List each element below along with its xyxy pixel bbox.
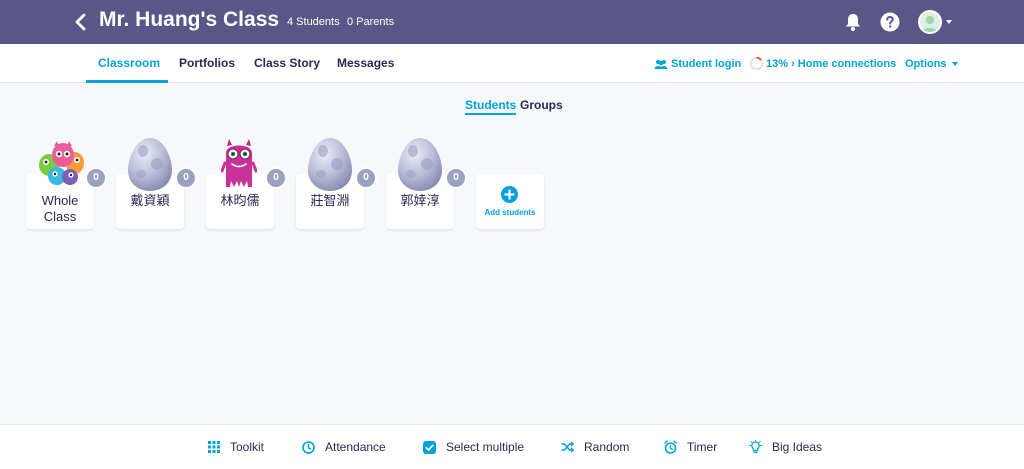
add-students-button[interactable]: Add students (476, 174, 544, 229)
grid-icon (208, 441, 220, 453)
select-multiple-label: Select multiple (446, 440, 525, 454)
home-connections-label: 13% › Home connections (766, 57, 897, 70)
timer-button[interactable]: Timer (664, 440, 717, 454)
student-name: 莊智淵 (310, 193, 350, 208)
add-icon (501, 186, 518, 203)
class-title: Mr. Huang's Class (99, 8, 280, 31)
user-silhouette-icon (922, 16, 938, 32)
groups-toggle[interactable]: Groups (520, 98, 563, 112)
students-group-icon (654, 59, 668, 69)
home-connections-link[interactable]: 13% › Home connections (749, 44, 896, 83)
tab-classroom[interactable]: Classroom (98, 44, 160, 83)
clock-icon (302, 440, 315, 454)
chevron-down-icon (951, 61, 958, 66)
student-login-link[interactable]: Student login (654, 44, 741, 83)
add-students-label: Add students (484, 208, 536, 217)
tab-portfolios[interactable]: Portfolios (179, 44, 235, 83)
back-arrow-icon[interactable] (72, 12, 90, 32)
active-tab-indicator (86, 80, 168, 83)
progress-ring-icon (749, 56, 764, 71)
random-button[interactable]: Random (561, 440, 629, 454)
big-ideas-button[interactable]: Big Ideas (749, 440, 822, 454)
students-toggle[interactable]: Students (465, 98, 517, 115)
tab-class-story[interactable]: Class Story (254, 44, 320, 83)
student-name: 郭婞淳 (400, 193, 440, 208)
account-menu[interactable] (918, 10, 952, 34)
egg-icon (128, 138, 172, 191)
lightbulb-icon (749, 440, 762, 453)
tab-bar: Classroom Portfolios Class Story Message… (0, 44, 1024, 83)
help-icon[interactable] (879, 11, 901, 33)
options-label: Options (905, 57, 947, 70)
parents-count[interactable]: 0 Parents (347, 16, 394, 28)
points-badge: 0 (445, 167, 467, 189)
student-login-label: Student login (671, 57, 742, 70)
egg-icon (398, 138, 442, 191)
points-badge: 0 (85, 167, 107, 189)
egg-icon (308, 138, 352, 191)
student-name: 戴資穎 (130, 193, 170, 208)
points-badge: 0 (175, 167, 197, 189)
big-ideas-label: Big Ideas (772, 440, 823, 454)
alarm-icon (664, 440, 677, 454)
timer-label: Timer (687, 440, 718, 454)
toolkit-label: Toolkit (230, 440, 265, 454)
random-label: Random (584, 440, 630, 454)
card-name-line2: Class (43, 209, 77, 224)
bottom-toolbar: Toolkit Attendance Select multiple Rando… (0, 424, 1024, 469)
tab-messages[interactable]: Messages (337, 44, 394, 83)
toolkit-button[interactable]: Toolkit (208, 440, 264, 454)
monster-group-icon (39, 141, 84, 185)
shuffle-icon (561, 441, 574, 453)
student-name: 林昀儒 (220, 193, 260, 208)
select-multiple-button[interactable]: Select multiple (423, 440, 524, 454)
notifications-bell-icon[interactable] (842, 11, 864, 33)
points-badge: 0 (265, 167, 287, 189)
students-count[interactable]: 4 Students (287, 16, 340, 28)
chevron-down-icon (946, 20, 952, 24)
options-dropdown[interactable]: Options (905, 44, 958, 83)
attendance-button[interactable]: Attendance (302, 440, 386, 454)
top-header: Mr. Huang's Class 4 Students 0 Parents (0, 0, 1024, 44)
points-badge: 0 (355, 167, 377, 189)
checkbox-icon (423, 440, 436, 454)
card-name-line1: Whole (41, 193, 79, 208)
pink-monster-icon (221, 139, 257, 187)
avatar (918, 10, 942, 34)
attendance-label: Attendance (325, 440, 386, 454)
